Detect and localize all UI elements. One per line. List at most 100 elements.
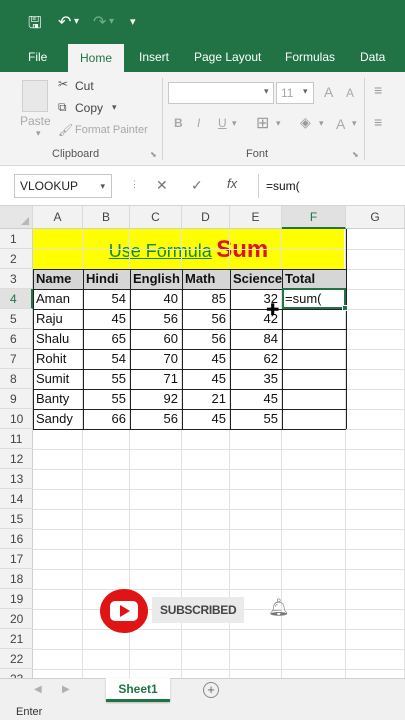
row-header-2[interactable]: 2 [0, 249, 33, 269]
cut-button[interactable]: Cut [75, 79, 94, 93]
subscribe-overlay[interactable]: SUBSCRIBED 🔔︎ [100, 588, 300, 634]
table-cell[interactable] [282, 309, 346, 329]
table-cell[interactable]: 85 [182, 289, 230, 309]
underline-button[interactable]: U [218, 116, 227, 130]
grow-font-button[interactable]: A [324, 84, 333, 100]
table-cell[interactable]: Sumit [33, 369, 83, 389]
table-header-cell[interactable]: Math [182, 269, 230, 289]
row-header-12[interactable]: 12 [0, 449, 33, 469]
font-size-dropdown-icon[interactable]: ▾ [303, 86, 308, 97]
borders-icon[interactable]: ⊞ [256, 113, 269, 133]
column-header-f[interactable]: F [282, 206, 346, 229]
table-cell[interactable] [282, 389, 346, 409]
tab-formulas[interactable]: Formulas [285, 44, 335, 72]
table-header-cell[interactable]: Total [282, 269, 346, 289]
row-header-14[interactable]: 14 [0, 489, 33, 509]
column-header-d[interactable]: D [182, 206, 230, 229]
row-header-20[interactable]: 20 [0, 609, 33, 629]
row-header-5[interactable]: 5 [0, 309, 33, 329]
row-header-21[interactable]: 21 [0, 629, 33, 649]
clipboard-launcher-icon[interactable]: ⬊ [150, 150, 157, 159]
table-cell[interactable]: Raju [33, 309, 83, 329]
row-header-7[interactable]: 7 [0, 349, 33, 369]
column-header-g[interactable]: G [346, 206, 405, 229]
fill-color-dropdown-icon[interactable]: ▾ [319, 118, 324, 129]
table-cell[interactable]: 21 [182, 389, 230, 409]
column-header-b[interactable]: B [83, 206, 130, 229]
table-cell[interactable]: 45 [182, 369, 230, 389]
row-header-11[interactable]: 11 [0, 429, 33, 449]
column-header-a[interactable]: A [33, 206, 83, 229]
shrink-font-button[interactable]: A [346, 86, 354, 100]
table-cell[interactable]: 56 [130, 309, 182, 329]
active-cell-f4[interactable] [282, 288, 346, 309]
tab-home[interactable]: Home [68, 44, 125, 72]
prev-sheet-icon[interactable]: ◀ [34, 684, 42, 695]
name-box[interactable]: VLOOKUP ▾ [14, 174, 112, 198]
table-cell[interactable]: 45 [230, 389, 282, 409]
row-header-6[interactable]: 6 [0, 329, 33, 349]
insert-function-button[interactable]: fx [227, 176, 237, 191]
font-name-field[interactable] [168, 82, 274, 104]
cancel-icon[interactable]: ✕ [156, 177, 168, 194]
table-cell[interactable]: Banty [33, 389, 83, 409]
row-header-19[interactable]: 19 [0, 589, 33, 609]
paste-button[interactable]: Paste [20, 114, 51, 128]
table-cell[interactable]: Aman [33, 289, 83, 309]
row-header-8[interactable]: 8 [0, 369, 33, 389]
tab-file[interactable]: File [28, 44, 47, 72]
table-cell[interactable]: 55 [83, 369, 130, 389]
row-header-18[interactable]: 18 [0, 569, 33, 589]
paste-dropdown-icon[interactable]: ▾ [36, 128, 41, 139]
sheet-tab-sheet1[interactable]: Sheet1 [106, 678, 170, 702]
tab-data[interactable]: Data [360, 44, 385, 72]
table-cell[interactable]: 70 [130, 349, 182, 369]
borders-dropdown-icon[interactable]: ▾ [276, 118, 281, 129]
font-color-dropdown-icon[interactable]: ▾ [352, 118, 357, 129]
redo-icon[interactable]: ↷ [93, 12, 106, 32]
table-cell[interactable]: 45 [83, 309, 130, 329]
bold-button[interactable]: B [174, 116, 183, 130]
next-sheet-icon[interactable]: ▶ [62, 684, 70, 695]
table-cell[interactable]: 84 [230, 329, 282, 349]
redo-dropdown-icon[interactable]: ▾ [109, 16, 114, 27]
table-cell[interactable]: Shalu [33, 329, 83, 349]
fill-color-icon[interactable]: ◈ [300, 114, 311, 131]
fill-handle[interactable] [342, 305, 348, 311]
row-header-17[interactable]: 17 [0, 549, 33, 569]
table-cell[interactable] [282, 329, 346, 349]
table-header-cell[interactable]: Name [33, 269, 83, 289]
formula-bar-menu-icon[interactable]: ⋮ [130, 179, 139, 190]
row-header-9[interactable]: 9 [0, 389, 33, 409]
table-cell[interactable]: 54 [83, 349, 130, 369]
align-left-icon[interactable]: ≡ [374, 114, 382, 130]
table-cell[interactable]: 54 [83, 289, 130, 309]
row-header-3[interactable]: 3 [0, 269, 33, 289]
table-header-cell[interactable]: Hindi [83, 269, 130, 289]
table-cell[interactable] [282, 349, 346, 369]
table-cell[interactable]: Rohit [33, 349, 83, 369]
table-cell[interactable]: 45 [182, 349, 230, 369]
undo-icon[interactable]: ↶ [58, 12, 71, 32]
table-cell[interactable]: 40 [130, 289, 182, 309]
row-header-16[interactable]: 16 [0, 529, 33, 549]
save-icon[interactable]: 🖫 [28, 12, 42, 39]
table-cell[interactable]: 35 [230, 369, 282, 389]
table-cell[interactable] [282, 409, 346, 429]
table-cell[interactable]: 55 [83, 389, 130, 409]
customize-toolbar-icon[interactable]: ▾ [130, 15, 136, 28]
row-header-1[interactable]: 1 [0, 229, 33, 249]
formula-input[interactable]: =sum( [258, 174, 405, 198]
underline-dropdown-icon[interactable]: ▾ [232, 118, 237, 129]
copy-dropdown-icon[interactable]: ▾ [112, 102, 117, 113]
table-cell[interactable]: 71 [130, 369, 182, 389]
tab-page-layout[interactable]: Page Layout [194, 44, 261, 72]
font-color-button[interactable]: A [336, 116, 345, 132]
row-header-13[interactable]: 13 [0, 469, 33, 489]
row-header-15[interactable]: 15 [0, 509, 33, 529]
table-cell[interactable]: 65 [83, 329, 130, 349]
row-header-4[interactable]: 4 [0, 289, 33, 309]
table-cell[interactable]: 62 [230, 349, 282, 369]
row-header-10[interactable]: 10 [0, 409, 33, 429]
format-painter-button[interactable]: Format Painter [75, 124, 148, 136]
